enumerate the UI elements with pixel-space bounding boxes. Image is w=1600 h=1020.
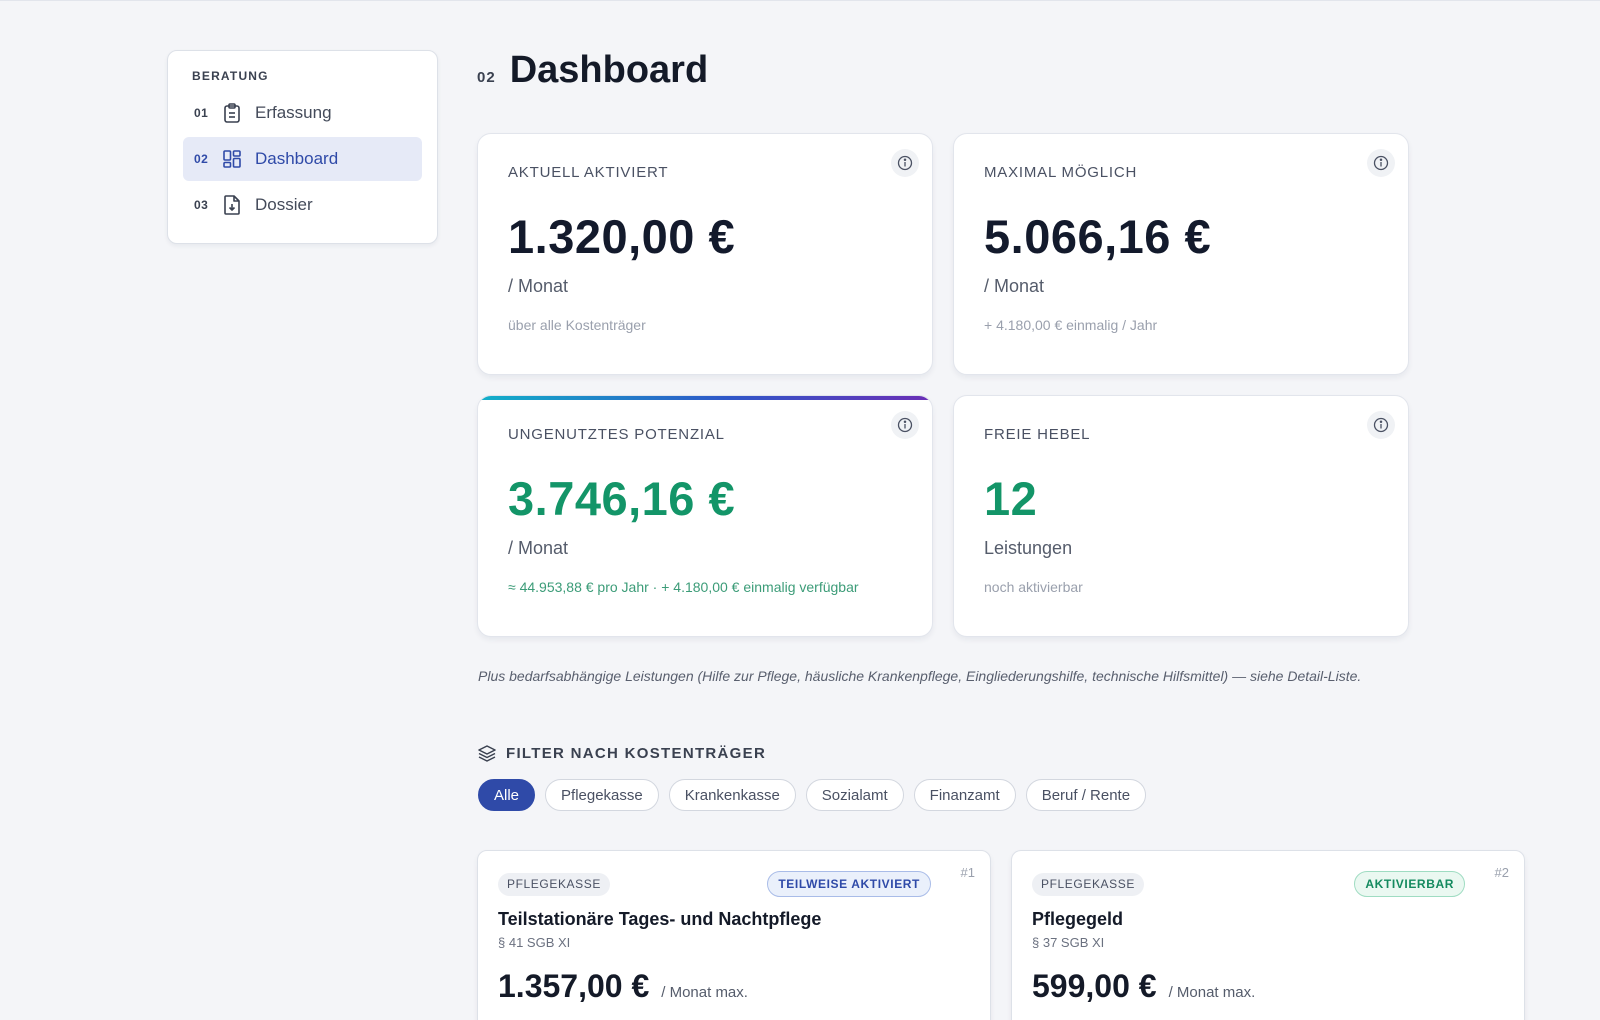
kpi-unit: / Monat [508, 538, 569, 558]
leistung-law: § 37 SGB XI [1032, 935, 1105, 950]
sidebar-section-title: BERATUNG [192, 69, 269, 83]
kpi-value: 1.320,00 € [508, 210, 736, 263]
info-icon[interactable] [891, 149, 919, 177]
kpi-label: AKTUELL AKTIVIERT [508, 164, 669, 181]
kpi-value: 3.746,16 € [508, 472, 736, 525]
filter-chip-finanzamt[interactable]: Finanzamt [913, 779, 1016, 811]
leistung-law: § 41 SGB XI [498, 935, 571, 950]
kpi-card-ungenutztes-potenzial: UNGENUTZTES POTENZIAL 3.746,16 € / Monat… [477, 395, 933, 637]
kpi-label: FREIE HEBEL [984, 426, 1091, 443]
kpi-note: über alle Kostenträger [508, 317, 646, 333]
page-title: 02 Dashboard [477, 49, 708, 92]
sidebar-item-number: 03 [194, 198, 209, 212]
kpi-unit: Leistungen [984, 538, 1073, 558]
kpi-card-aktuell-aktiviert: AKTUELL AKTIVIERT 1.320,00 € / Monat übe… [477, 133, 933, 375]
clipboard-icon [222, 103, 242, 123]
kpi-value: 5.066,16 € [984, 210, 1212, 263]
sidebar-item-dashboard[interactable]: 02 Dashboard [183, 137, 422, 181]
kpi-unit: / Monat [984, 276, 1045, 296]
filter-chip-alle[interactable]: Alle [478, 779, 536, 811]
sidebar-item-erfassung[interactable]: 01 Erfassung [183, 91, 422, 135]
layers-icon [478, 744, 496, 762]
kostentraeger-tag: PFLEGEKASSE [498, 872, 610, 896]
filter-title: FILTER NACH KOSTENTRÄGER [506, 744, 767, 762]
dashboard-grid-icon [222, 149, 242, 169]
kpi-note: ≈ 44.953,88 € pro Jahr · + 4.180,00 € ei… [508, 579, 859, 595]
sidebar-item-label: Dossier [255, 195, 313, 214]
page-number: 02 [477, 69, 496, 86]
leistung-card[interactable]: PFLEGEKASSE TEILWEISE AKTIVIERT #1 Teils… [477, 850, 991, 1020]
filter-chip-sozialamt[interactable]: Sozialamt [805, 779, 904, 811]
filter-chip-krankenkasse[interactable]: Krankenkasse [668, 779, 796, 811]
info-icon[interactable] [891, 411, 919, 439]
footnote: Plus bedarfsabhängige Leistungen (Hilfe … [478, 668, 1362, 684]
kpi-label: UNGENUTZTES POTENZIAL [508, 426, 725, 443]
accent-gradient-bar [478, 396, 932, 400]
status-badge: TEILWEISE AKTIVIERT [767, 871, 931, 897]
sidebar-nav: BERATUNG 01 Erfassung 02 Dashboard 03 Do… [167, 50, 438, 244]
filter-chip-pflegekasse[interactable]: Pflegekasse [545, 779, 659, 811]
sidebar-item-label: Erfassung [255, 103, 332, 122]
info-icon[interactable] [1367, 411, 1395, 439]
leistung-title: Pflegegeld [1032, 909, 1124, 929]
kpi-label: MAXIMAL MÖGLICH [984, 164, 1138, 181]
filter-chip-group: Alle Pflegekasse Krankenkasse Sozialamt … [478, 779, 1147, 811]
leistung-amount: 1.357,00 € [498, 968, 650, 1004]
kpi-note: + 4.180,00 € einmalig / Jahr [984, 317, 1158, 333]
file-download-icon [222, 195, 242, 215]
sidebar-item-number: 02 [194, 152, 209, 166]
status-badge: AKTIVIERBAR [1354, 871, 1465, 897]
sidebar-item-number: 01 [194, 106, 209, 120]
kpi-note: noch aktivierbar [984, 579, 1083, 595]
kpi-card-freie-hebel: FREIE HEBEL 12 Leistungen noch aktivierb… [953, 395, 1409, 637]
leistung-unit: / Monat max. [661, 984, 748, 1001]
leistung-card[interactable]: PFLEGEKASSE AKTIVIERBAR #2 Pflegegeld § … [1011, 850, 1525, 1020]
page-heading: Dashboard [509, 49, 709, 91]
info-icon[interactable] [1367, 149, 1395, 177]
rank-label: #2 [1494, 865, 1509, 880]
leistung-amount: 599,00 € [1032, 968, 1157, 1004]
kpi-card-maximal-moeglich: MAXIMAL MÖGLICH 5.066,16 € / Monat + 4.1… [953, 133, 1409, 375]
sidebar-item-label: Dashboard [255, 149, 339, 168]
filter-chip-beruf-rente[interactable]: Beruf / Rente [1025, 779, 1147, 811]
leistung-title: Teilstationäre Tages- und Nachtpflege [498, 909, 822, 929]
leistung-unit: / Monat max. [1168, 984, 1256, 1001]
rank-label: #1 [960, 865, 975, 880]
kpi-unit: / Monat [508, 276, 569, 296]
filter-heading: FILTER NACH KOSTENTRÄGER [478, 744, 766, 762]
kostentraeger-tag: PFLEGEKASSE [1032, 872, 1144, 896]
sidebar-item-dossier[interactable]: 03 Dossier [183, 183, 422, 227]
kpi-value: 12 [984, 472, 1038, 525]
